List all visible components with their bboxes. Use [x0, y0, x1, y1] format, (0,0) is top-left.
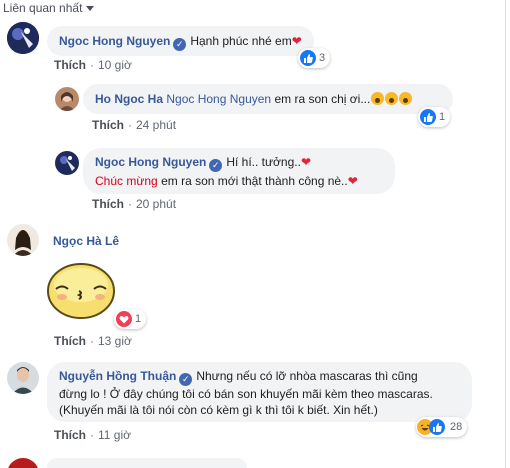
comment-text: em ra son chị ơi...: [274, 92, 371, 106]
comment-text: Hạnh phúc nhé em: [190, 34, 292, 48]
reaction-count: 3: [319, 52, 326, 64]
comment-actions: Thích · 20 phút: [92, 197, 176, 211]
comment-text-line-3: (Khuyến mãi là tôi nói còn có kèm gì k t…: [59, 403, 378, 417]
reaction-count-badge[interactable]: 1: [418, 107, 451, 127]
commenter-name[interactable]: Nguyễn Hồng Thuận: [59, 369, 176, 383]
timestamp[interactable]: 11 giờ: [98, 428, 131, 442]
commenter-name-wrap: Ngọc Hà Lê: [53, 234, 119, 248]
comment-bubble: Ngoc Hong Nguyen ✓ Hạnh phúc nhé em❤: [47, 26, 314, 56]
commenter-name[interactable]: Ngọc Hà Lê: [53, 234, 119, 248]
separator: ·: [128, 197, 132, 211]
reaction-count-badge[interactable]: 3: [298, 48, 331, 68]
sort-dropdown[interactable]: Liên quan nhất: [3, 0, 95, 16]
heart-emoji-icon: ❤: [300, 155, 311, 169]
comment-actions: Thích · 13 giờ: [54, 334, 132, 348]
verified-badge-icon: ✓: [209, 159, 223, 172]
comment-bubble: Nguyễn Hồng Thuận ✓ Nhưng nếu có lỡ nhòa m…: [47, 362, 472, 422]
like-reaction-icon: [300, 50, 316, 66]
commenter-name[interactable]: Ho Ngoc Ha: [95, 92, 163, 106]
like-button[interactable]: Thích: [54, 58, 86, 72]
wow-emoji-icon: [385, 92, 399, 105]
like-button[interactable]: Thích: [54, 334, 86, 348]
sticker-face-icon: [47, 263, 115, 319]
comment-text-line-2: đừng lo ! Ở đây chúng tôi có bán son khu…: [59, 387, 433, 401]
right-divider: [505, 0, 506, 468]
love-reaction-icon: [116, 311, 132, 327]
avatar[interactable]: [55, 87, 79, 111]
commenter-name[interactable]: Ngoc Hong Nguyen: [59, 34, 170, 48]
sort-label: Liên quan nhất: [3, 1, 83, 15]
verified-badge-icon: ✓: [173, 38, 187, 51]
sticker-image[interactable]: [46, 259, 116, 319]
like-button[interactable]: Thích: [92, 197, 124, 211]
reaction-count-badge[interactable]: 28: [416, 417, 468, 437]
timestamp[interactable]: 24 phút: [136, 118, 176, 132]
comment-bubble: [47, 458, 247, 468]
avatar-image: [55, 151, 79, 175]
mention-link[interactable]: Ngoc Hong Nguyen: [166, 92, 271, 106]
avatar-image: [7, 22, 39, 54]
heart-emoji-icon: ❤: [347, 174, 358, 188]
like-button[interactable]: Thích: [92, 118, 124, 132]
like-reaction-icon: [420, 109, 436, 125]
timestamp[interactable]: 10 giờ: [98, 58, 132, 72]
avatar-image: [55, 87, 79, 111]
like-button[interactable]: Thích: [54, 428, 86, 442]
reaction-count-badge[interactable]: 1: [114, 309, 147, 329]
avatar-image: [7, 224, 39, 256]
comment-text: Hí hí.. tưởng..: [226, 155, 301, 169]
comment-actions: Thích · 11 giờ: [54, 428, 131, 442]
chevron-down-icon: [86, 6, 95, 11]
separator: ·: [90, 428, 94, 442]
reaction-count: 1: [439, 111, 446, 123]
comment-text-line-1: Nhưng nếu có lỡ nhòa mascaras thì cũng: [196, 369, 418, 383]
commenter-name[interactable]: Ngoc Hong Nguyen: [95, 155, 206, 169]
highlight-text: Chúc mừng: [95, 174, 158, 188]
avatar[interactable]: [7, 22, 39, 54]
verified-badge-icon: ✓: [179, 373, 193, 386]
avatar[interactable]: [7, 458, 39, 468]
avatar[interactable]: [7, 362, 39, 394]
comment-actions: Thích · 10 giờ: [54, 58, 132, 72]
separator: ·: [128, 118, 132, 132]
comment-text-2: em ra son mới thật thành công nè..: [161, 174, 348, 188]
reaction-count: 1: [135, 313, 142, 325]
separator: ·: [90, 334, 94, 348]
reaction-count: 28: [450, 421, 463, 433]
separator: ·: [90, 58, 94, 72]
avatar[interactable]: [55, 151, 79, 175]
wow-emoji-icon: [371, 92, 385, 105]
comment-bubble: Ngoc Hong Nguyen ✓ Hí hí.. tưởng..❤ Chúc m…: [83, 148, 395, 194]
avatar-image: [7, 362, 39, 394]
avatar[interactable]: [7, 224, 39, 256]
heart-emoji-icon: ❤: [291, 34, 302, 48]
comment-actions: Thích · 24 phút: [92, 118, 176, 132]
wow-emoji-icon: [399, 92, 413, 105]
like-reaction-icon: [429, 419, 445, 435]
timestamp[interactable]: 13 giờ: [98, 334, 132, 348]
comment-bubble: Ho Ngoc Ha Ngoc Hong Nguyen em ra son ch…: [83, 84, 453, 114]
timestamp[interactable]: 20 phút: [136, 197, 176, 211]
